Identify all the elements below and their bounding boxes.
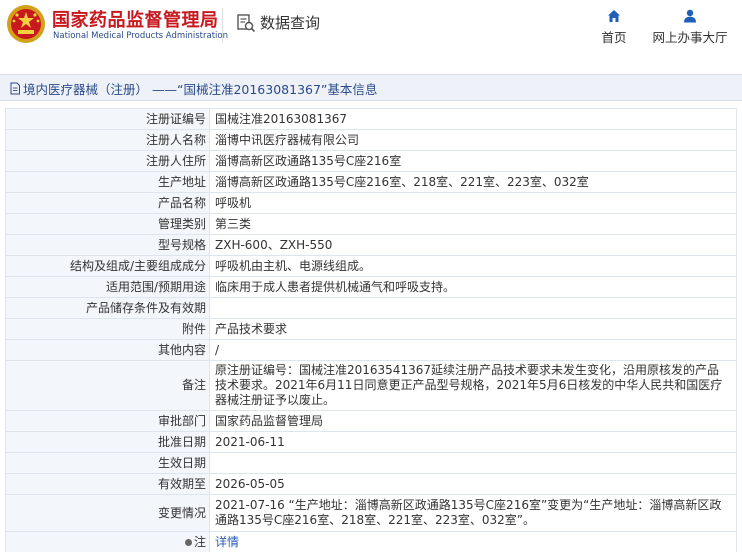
note-label: 注 (193, 534, 206, 549)
field-value: 2026-05-05 (209, 473, 737, 495)
field-value: / (209, 339, 737, 361)
field-label: 生效日期 (5, 452, 210, 474)
field-label: 审批部门 (5, 410, 210, 432)
field-value: 国械注准20163081367 (209, 108, 737, 130)
header-divider (222, 8, 223, 42)
table-row: 生效日期 (5, 452, 737, 474)
nav-online-office-label: 网上办事大厅 (652, 30, 728, 45)
field-label: 产品名称 (5, 192, 210, 214)
field-label: 适用范围/预期用途 (5, 276, 210, 298)
field-value: 详情 (209, 531, 737, 552)
national-emblem-icon (7, 5, 45, 43)
field-label: 有效期至 (5, 473, 210, 495)
field-label: 注册证编号 (5, 108, 210, 130)
field-label: 注 (5, 531, 210, 552)
table-row: 备注 原注册证编号：国械注准20163541367延续注册产品技术要求未发生变化… (5, 360, 737, 411)
field-label: 管理类别 (5, 213, 210, 235)
org-name-en: National Medical Products Administration (53, 31, 228, 41)
table-row: 结构及组成/主要组成成分 呼吸机由主机、电源线组成。 (5, 255, 737, 277)
table-row: 产品储存条件及有效期 (5, 297, 737, 319)
table-row: 注册人住所 淄博高新区政通路135号C座216室 (5, 150, 737, 172)
data-query-link[interactable]: 数据查询 (236, 12, 320, 33)
org-name-cn: 国家药品监督管理局 (52, 10, 219, 31)
field-label: 附件 (5, 318, 210, 340)
field-label: 注册人名称 (5, 129, 210, 151)
home-icon (608, 10, 620, 22)
table-row: 有效期至 2026-05-05 (5, 473, 737, 495)
table-row: 附件 产品技术要求 (5, 318, 737, 340)
document-icon (10, 82, 20, 95)
field-value: 产品技术要求 (209, 318, 737, 340)
table-row: 审批部门 国家药品监督管理局 (5, 410, 737, 432)
field-label: 其他内容 (5, 339, 210, 361)
table-row: 适用范围/预期用途 临床用于成人患者提供机械通气和呼吸支持。 (5, 276, 737, 298)
record-detail-table: 注册证编号 国械注准20163081367 注册人名称 淄博中讯医疗器械有限公司… (5, 108, 737, 552)
field-value: 呼吸机由主机、电源线组成。 (209, 255, 737, 277)
field-value: 原注册证编号：国械注准20163541367延续注册产品技术要求未发生变化，沿用… (209, 360, 737, 411)
table-row: 型号规格 ZXH-600、ZXH-550 (5, 234, 737, 256)
field-value: 淄博中讯医疗器械有限公司 (209, 129, 737, 151)
field-label: 结构及组成/主要组成成分 (5, 255, 210, 277)
field-label: 产品储存条件及有效期 (5, 297, 210, 319)
field-value (209, 297, 737, 319)
nav-home[interactable]: 首页 (597, 9, 631, 46)
breadcrumb: 境内医疗器械（注册） ——“国械注准20163081367”基本信息 (9, 79, 377, 98)
field-value: 淄博高新区政通路135号C座216室、218室、221室、223室、032室 (209, 171, 737, 193)
nav-online-office[interactable]: 网上办事大厅 (648, 9, 732, 46)
table-row: 其他内容 / (5, 339, 737, 361)
note-key: 注 (184, 534, 206, 550)
user-icon (684, 9, 696, 23)
field-value: 2021-07-16 “生产地址：淄博高新区政通路135号C座216室”变更为“… (209, 494, 737, 532)
table-row: 注 详情 (5, 531, 737, 552)
field-value: 临床用于成人患者提供机械通气和呼吸支持。 (209, 276, 737, 298)
table-row: 注册证编号 国械注准20163081367 (5, 108, 737, 130)
field-value: 第三类 (209, 213, 737, 235)
breadcrumb-bar: 境内医疗器械（注册） ——“国械注准20163081367”基本信息 (0, 74, 742, 101)
field-value: 国家药品监督管理局 (209, 410, 737, 432)
field-label: 型号规格 (5, 234, 210, 256)
table-row: 变更情况 2021-07-16 “生产地址：淄博高新区政通路135号C座216室… (5, 494, 737, 532)
field-value: 淄博高新区政通路135号C座216室 (209, 150, 737, 172)
table-row: 批准日期 2021-06-11 (5, 431, 737, 453)
table-row: 管理类别 第三类 (5, 213, 737, 235)
data-query-label: 数据查询 (260, 14, 321, 32)
bullet-icon (184, 538, 192, 546)
breadcrumb-text: 境内医疗器械（注册） ——“国械注准20163081367”基本信息 (23, 82, 378, 97)
details-link[interactable]: 详情 (215, 535, 239, 549)
field-label: 生产地址 (5, 171, 210, 193)
field-label: 批准日期 (5, 431, 210, 453)
field-label: 变更情况 (5, 494, 210, 532)
field-value: 2021-06-11 (209, 431, 737, 453)
site-header: 国家药品监督管理局 National Medical Products Admi… (0, 0, 742, 60)
field-label: 注册人住所 (5, 150, 210, 172)
data-query-icon (237, 13, 256, 32)
field-value: 呼吸机 (209, 192, 737, 214)
field-value (209, 452, 737, 474)
table-row: 生产地址 淄博高新区政通路135号C座216室、218室、221室、223室、0… (5, 171, 737, 193)
field-label: 备注 (5, 360, 210, 411)
field-value: ZXH-600、ZXH-550 (209, 234, 737, 256)
table-row: 注册人名称 淄博中讯医疗器械有限公司 (5, 129, 737, 151)
table-row: 产品名称 呼吸机 (5, 192, 737, 214)
nav-home-label: 首页 (601, 30, 627, 45)
